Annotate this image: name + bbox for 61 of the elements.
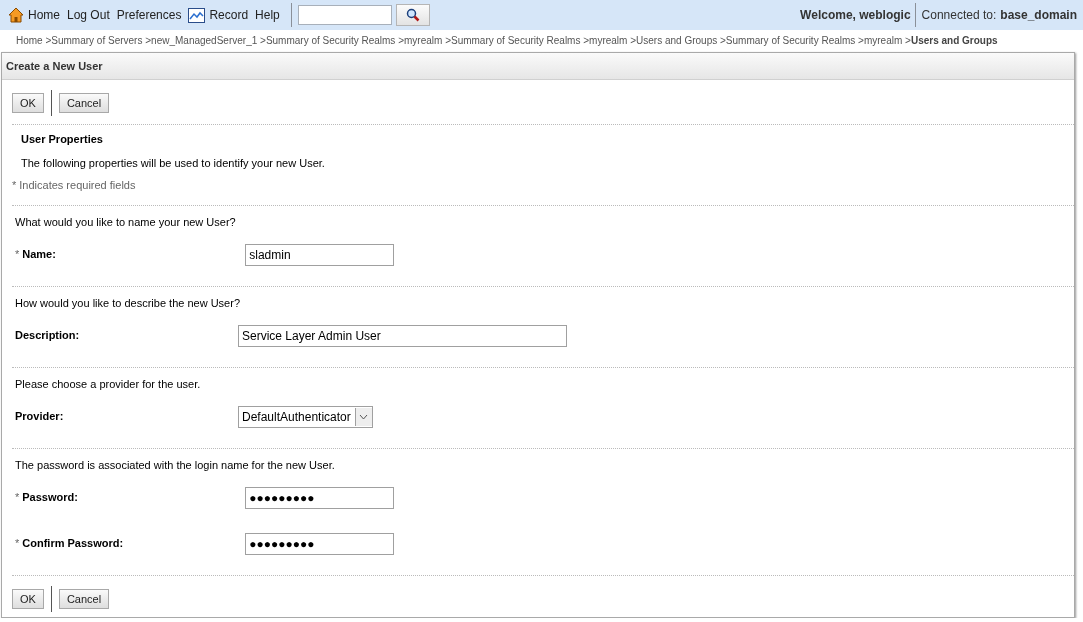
provider-dropdown[interactable]: DefaultAuthenticator: [238, 406, 373, 428]
breadcrumb-separator: >: [397, 34, 404, 46]
section-title: User Properties: [20, 132, 104, 147]
section-prompt: How would you like to describe the new User?: [14, 296, 241, 311]
breadcrumb-link[interactable]: new_ManagedServer_1: [151, 34, 258, 46]
breadcrumb-link[interactable]: Users and Groups: [910, 34, 998, 46]
breadcrumb-separator: >: [629, 34, 637, 46]
required-note: Indicates required fields: [19, 179, 136, 191]
breadcrumb-link[interactable]: myrealm: [589, 34, 628, 46]
toolbar-link[interactable]: Preferences: [116, 8, 182, 22]
field-label: Provider:: [15, 409, 65, 424]
breadcrumb-link[interactable]: Summary of Security Realms: [265, 34, 396, 46]
field-label: Password:: [22, 490, 79, 505]
breadcrumb-separator: >: [144, 34, 152, 46]
breadcrumb-separator: >: [582, 34, 590, 46]
welcome-text: Welcome, weblogic: [800, 8, 911, 22]
password-field[interactable]: ●●●●●●●●●: [245, 533, 395, 555]
toolbar-link[interactable]: Home: [8, 7, 60, 23]
toolbar-link[interactable]: Log Out: [67, 8, 110, 22]
breadcrumb-link[interactable]: Summary of Servers: [51, 34, 143, 46]
chart-icon: [188, 7, 206, 23]
connected-label: Connected to:: [921, 8, 997, 22]
search-icon: [405, 8, 420, 22]
field-label: Confirm Password:: [22, 536, 125, 551]
required-mark: *: [12, 179, 17, 191]
search-field[interactable]: [297, 5, 392, 25]
section-prompt: The password is associated with the login name for the new User.: [14, 458, 336, 473]
home-icon: [8, 7, 24, 23]
panel-title: Create a New User: [2, 53, 1074, 80]
required-mark: *: [15, 491, 20, 504]
caret-icon: [359, 414, 369, 420]
section-prompt: Please choose a provider for the user.: [14, 377, 202, 392]
breadcrumb-separator: >: [719, 34, 726, 46]
ok-button[interactable]: OK: [12, 589, 44, 609]
ok-button[interactable]: OK: [12, 93, 44, 113]
breadcrumb-link[interactable]: myrealm: [404, 34, 443, 46]
required-mark: *: [15, 248, 20, 261]
field-label: Description:: [15, 328, 81, 343]
password-field[interactable]: ●●●●●●●●●: [245, 487, 395, 509]
field-label: Name:: [22, 247, 57, 262]
description-field[interactable]: Service Layer Admin User: [238, 325, 567, 347]
search-button[interactable]: [395, 4, 430, 26]
intro-text: The following properties will be used to identify your new User.: [20, 157, 326, 171]
breadcrumb-link[interactable]: Users and Groups: [636, 34, 718, 46]
name-field[interactable]: sladmin: [245, 244, 395, 266]
toolbar-link[interactable]: Help: [255, 8, 280, 22]
breadcrumb-separator: >: [857, 34, 864, 46]
breadcrumb-link[interactable]: Summary of Security Realms: [725, 34, 856, 46]
breadcrumb-separator: >: [259, 34, 266, 46]
domain-name: base_domain: [1000, 8, 1077, 22]
breadcrumb-separator: >: [904, 34, 911, 46]
required-mark: *: [15, 537, 20, 550]
breadcrumb-link[interactable]: Home: [16, 34, 43, 46]
breadcrumb-separator: >: [44, 34, 52, 46]
breadcrumb-link[interactable]: Summary of Security Realms: [450, 34, 581, 46]
cancel-button[interactable]: Cancel: [58, 589, 110, 609]
section-prompt: What would you like to name your new User?: [14, 215, 237, 230]
breadcrumb-separator: >: [444, 34, 451, 46]
cancel-button[interactable]: Cancel: [58, 93, 110, 113]
breadcrumb-link[interactable]: myrealm: [863, 34, 903, 46]
toolbar-link[interactable]: Record: [188, 7, 249, 23]
